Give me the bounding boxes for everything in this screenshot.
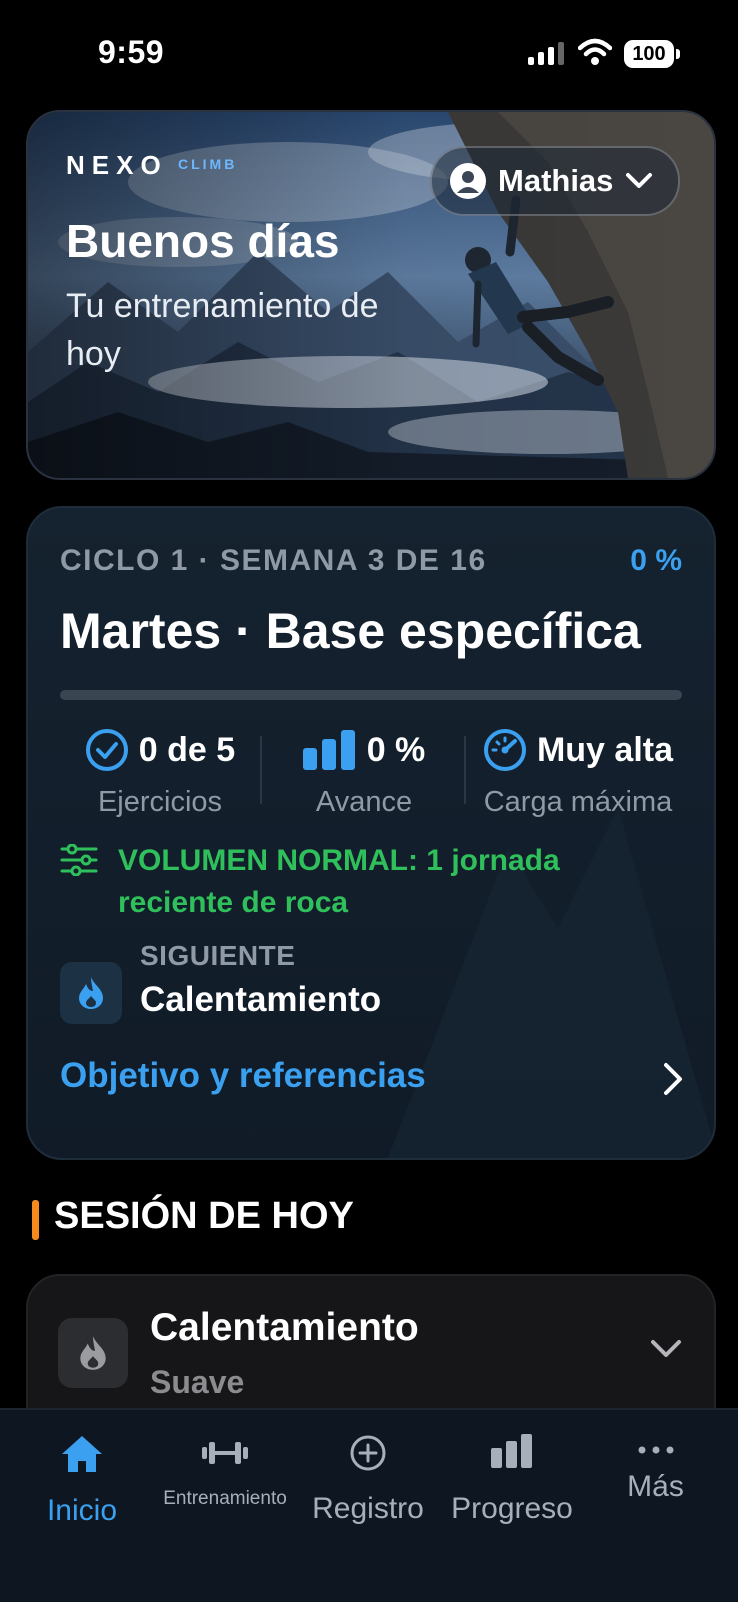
bar-chart-icon	[491, 1434, 532, 1468]
stat-value: Muy alta	[536, 730, 674, 769]
section-accent-bar	[32, 1200, 39, 1240]
user-avatar-icon	[450, 163, 486, 199]
status-bar: 9:59 100	[0, 0, 738, 100]
session-subtitle: Suave	[150, 1364, 245, 1400]
sliders-icon	[60, 844, 98, 876]
chevron-down-icon	[626, 173, 653, 188]
stat-value: 0 %	[366, 730, 426, 769]
cycle-week-label: CICLO 1 · SEMANA 3 DE 16	[60, 544, 487, 577]
next-exercise-icon-box	[60, 962, 122, 1024]
flame-icon	[79, 977, 103, 1009]
brand-subtitle: CLIMB	[178, 156, 238, 172]
status-time: 9:59	[98, 34, 165, 70]
stat-load: Muy alta Carga máxima	[468, 726, 688, 819]
user-name: Mathias	[498, 163, 614, 198]
home-icon	[62, 1436, 102, 1472]
plus-circle-icon	[350, 1435, 386, 1471]
next-exercise: Calentamiento	[140, 980, 382, 1019]
flame-icon	[80, 1336, 106, 1370]
bar-chart-icon	[302, 730, 355, 770]
brand-logo: NEXO	[66, 150, 168, 180]
check-circle-icon	[85, 729, 128, 771]
stat-divider	[464, 736, 466, 804]
tab-bar: Inicio Entrenamiento Registro Progreso M…	[0, 1408, 738, 1602]
tab-registro[interactable]: Registro	[308, 1410, 428, 1540]
stat-label: Avance	[315, 786, 413, 818]
wifi-icon	[578, 38, 612, 65]
tab-label: Progreso	[451, 1492, 573, 1525]
cellular-signal-icon	[528, 42, 564, 65]
plan-progress-bar	[60, 690, 682, 700]
session-icon-box	[58, 1318, 128, 1388]
tab-inicio[interactable]: Inicio	[22, 1410, 142, 1540]
section-title: SESIÓN DE HOY	[54, 1195, 354, 1237]
stat-exercises: 0 de 5 Ejercicios	[60, 726, 260, 819]
stat-divider	[260, 736, 262, 804]
tab-entrenamiento[interactable]: Entrenamiento	[150, 1410, 300, 1540]
volume-text: VOLUMEN NORMAL: 1 jornada reciente de ro…	[118, 844, 560, 919]
objectives-link[interactable]: Objetivo y referencias	[60, 1056, 426, 1096]
training-plan-card: CICLO 1 · SEMANA 3 DE 16 0 % Martes · Ba…	[26, 506, 716, 1160]
greeting-title: Buenos días	[66, 215, 340, 267]
chevron-down-icon[interactable]	[650, 1338, 682, 1360]
plan-percent: 0 %	[630, 544, 682, 577]
tab-progreso[interactable]: Progreso	[446, 1410, 578, 1540]
tab-label: Registro	[312, 1492, 424, 1525]
more-icon	[638, 1446, 673, 1454]
session-title: Calentamiento	[150, 1306, 419, 1349]
day-title: Martes · Base específica	[60, 603, 641, 659]
chevron-right-icon[interactable]	[662, 1062, 684, 1096]
user-menu-button[interactable]: Mathias	[430, 146, 680, 216]
hero-banner: NEXO CLIMB Mathias Buenos días Tu entren…	[26, 110, 716, 480]
next-label: SIGUIENTE	[140, 940, 296, 971]
stat-label: Carga máxima	[483, 786, 673, 818]
tab-label: Inicio	[46, 1494, 118, 1527]
tab-label: Entrenamiento	[163, 1488, 287, 1509]
stat-value: 0 de 5	[138, 730, 236, 769]
stat-progress: 0 % Avance	[264, 726, 464, 819]
battery-indicator: 100	[624, 40, 680, 68]
speedometer-icon	[483, 729, 526, 771]
dumbbell-icon	[202, 1442, 248, 1464]
greeting-subtitle: Tu entrenamiento de hoy	[66, 287, 379, 373]
tab-mas[interactable]: Más	[598, 1410, 713, 1540]
volume-notice: VOLUMEN NORMAL: 1 jornada reciente de ro…	[60, 840, 680, 924]
stat-label: Ejercicios	[97, 786, 223, 818]
tab-label: Más	[627, 1470, 684, 1503]
